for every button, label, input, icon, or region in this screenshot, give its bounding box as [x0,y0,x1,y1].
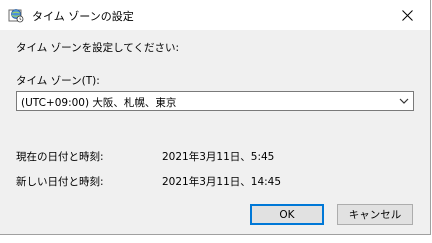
cancel-button[interactable]: キャンセル [337,204,413,225]
window-title: タイム ゾーンの設定 [32,10,134,23]
close-button[interactable] [384,0,430,30]
close-icon [401,9,413,21]
background-strip [0,235,432,243]
chevron-down-icon [399,98,409,104]
timezone-selected-value: (UTC+09:00) 大阪、札幌、東京 [21,97,177,109]
new-datetime-value: 2021年3月11日、14:45 [162,176,282,188]
timezone-select[interactable]: (UTC+09:00) 大阪、札幌、東京 [16,91,414,111]
ok-button[interactable]: OK [250,204,324,225]
current-datetime-value: 2021年3月11日、5:45 [162,151,275,163]
new-datetime-label: 新しい日付と時刻: [16,176,104,188]
title-bar: タイム ゾーンの設定 [0,0,430,30]
current-datetime-label: 現在の日付と時刻: [16,151,104,163]
timezone-label: タイム ゾーン(T): [16,75,100,87]
timezone-dialog: タイム ゾーンの設定 タイム ゾーンを設定してください: タイム ゾーン(T):… [0,0,431,235]
instruction-text: タイム ゾーンを設定してください: [16,42,180,54]
globe-clock-icon [8,9,24,23]
